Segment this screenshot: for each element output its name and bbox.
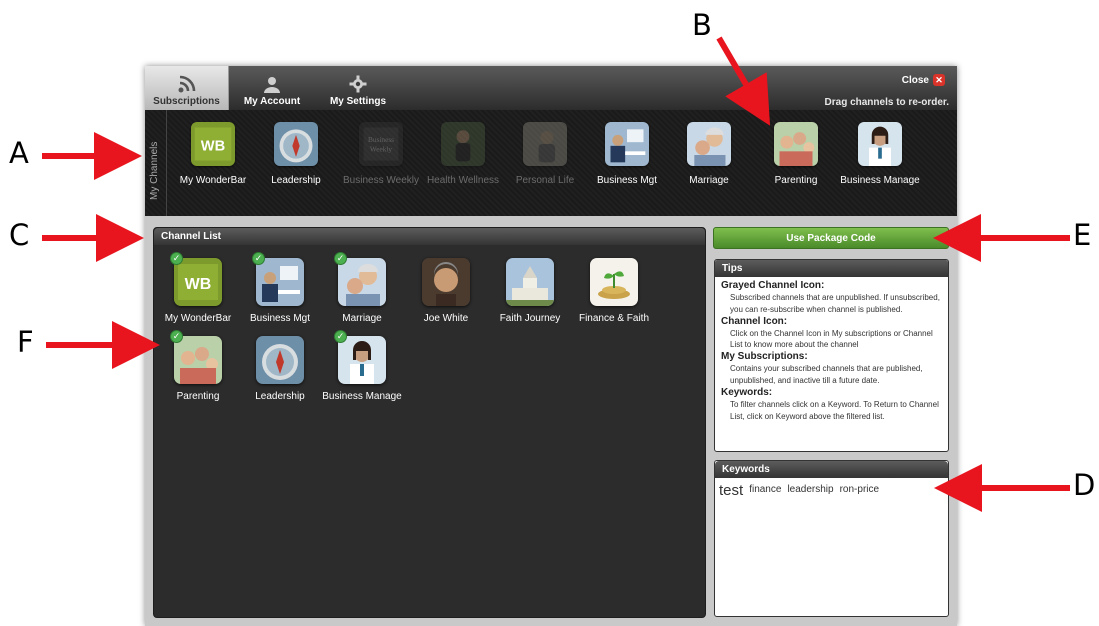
- callout-letter-a: A: [9, 136, 29, 170]
- callout-letter-e: E: [1073, 218, 1092, 252]
- callout-letter-c: C: [9, 218, 30, 252]
- annotated-screenshot: Subscriptions My Account My Settings Clo…: [0, 0, 1099, 626]
- callout-arrow-b: [716, 36, 771, 126]
- callout-letter-f: F: [17, 325, 34, 359]
- callout-letter-d: D: [1073, 468, 1096, 502]
- subscribed-check-icon: ✓: [334, 330, 347, 343]
- subscribed-check-icon: ✓: [170, 252, 183, 265]
- callout-letter-b: B: [692, 8, 712, 42]
- subscribed-check-icon: ✓: [252, 252, 265, 265]
- subscribed-check-icon: ✓: [334, 252, 347, 265]
- subscribed-check-icon: ✓: [170, 330, 183, 343]
- callout-arrows: [42, 36, 1070, 512]
